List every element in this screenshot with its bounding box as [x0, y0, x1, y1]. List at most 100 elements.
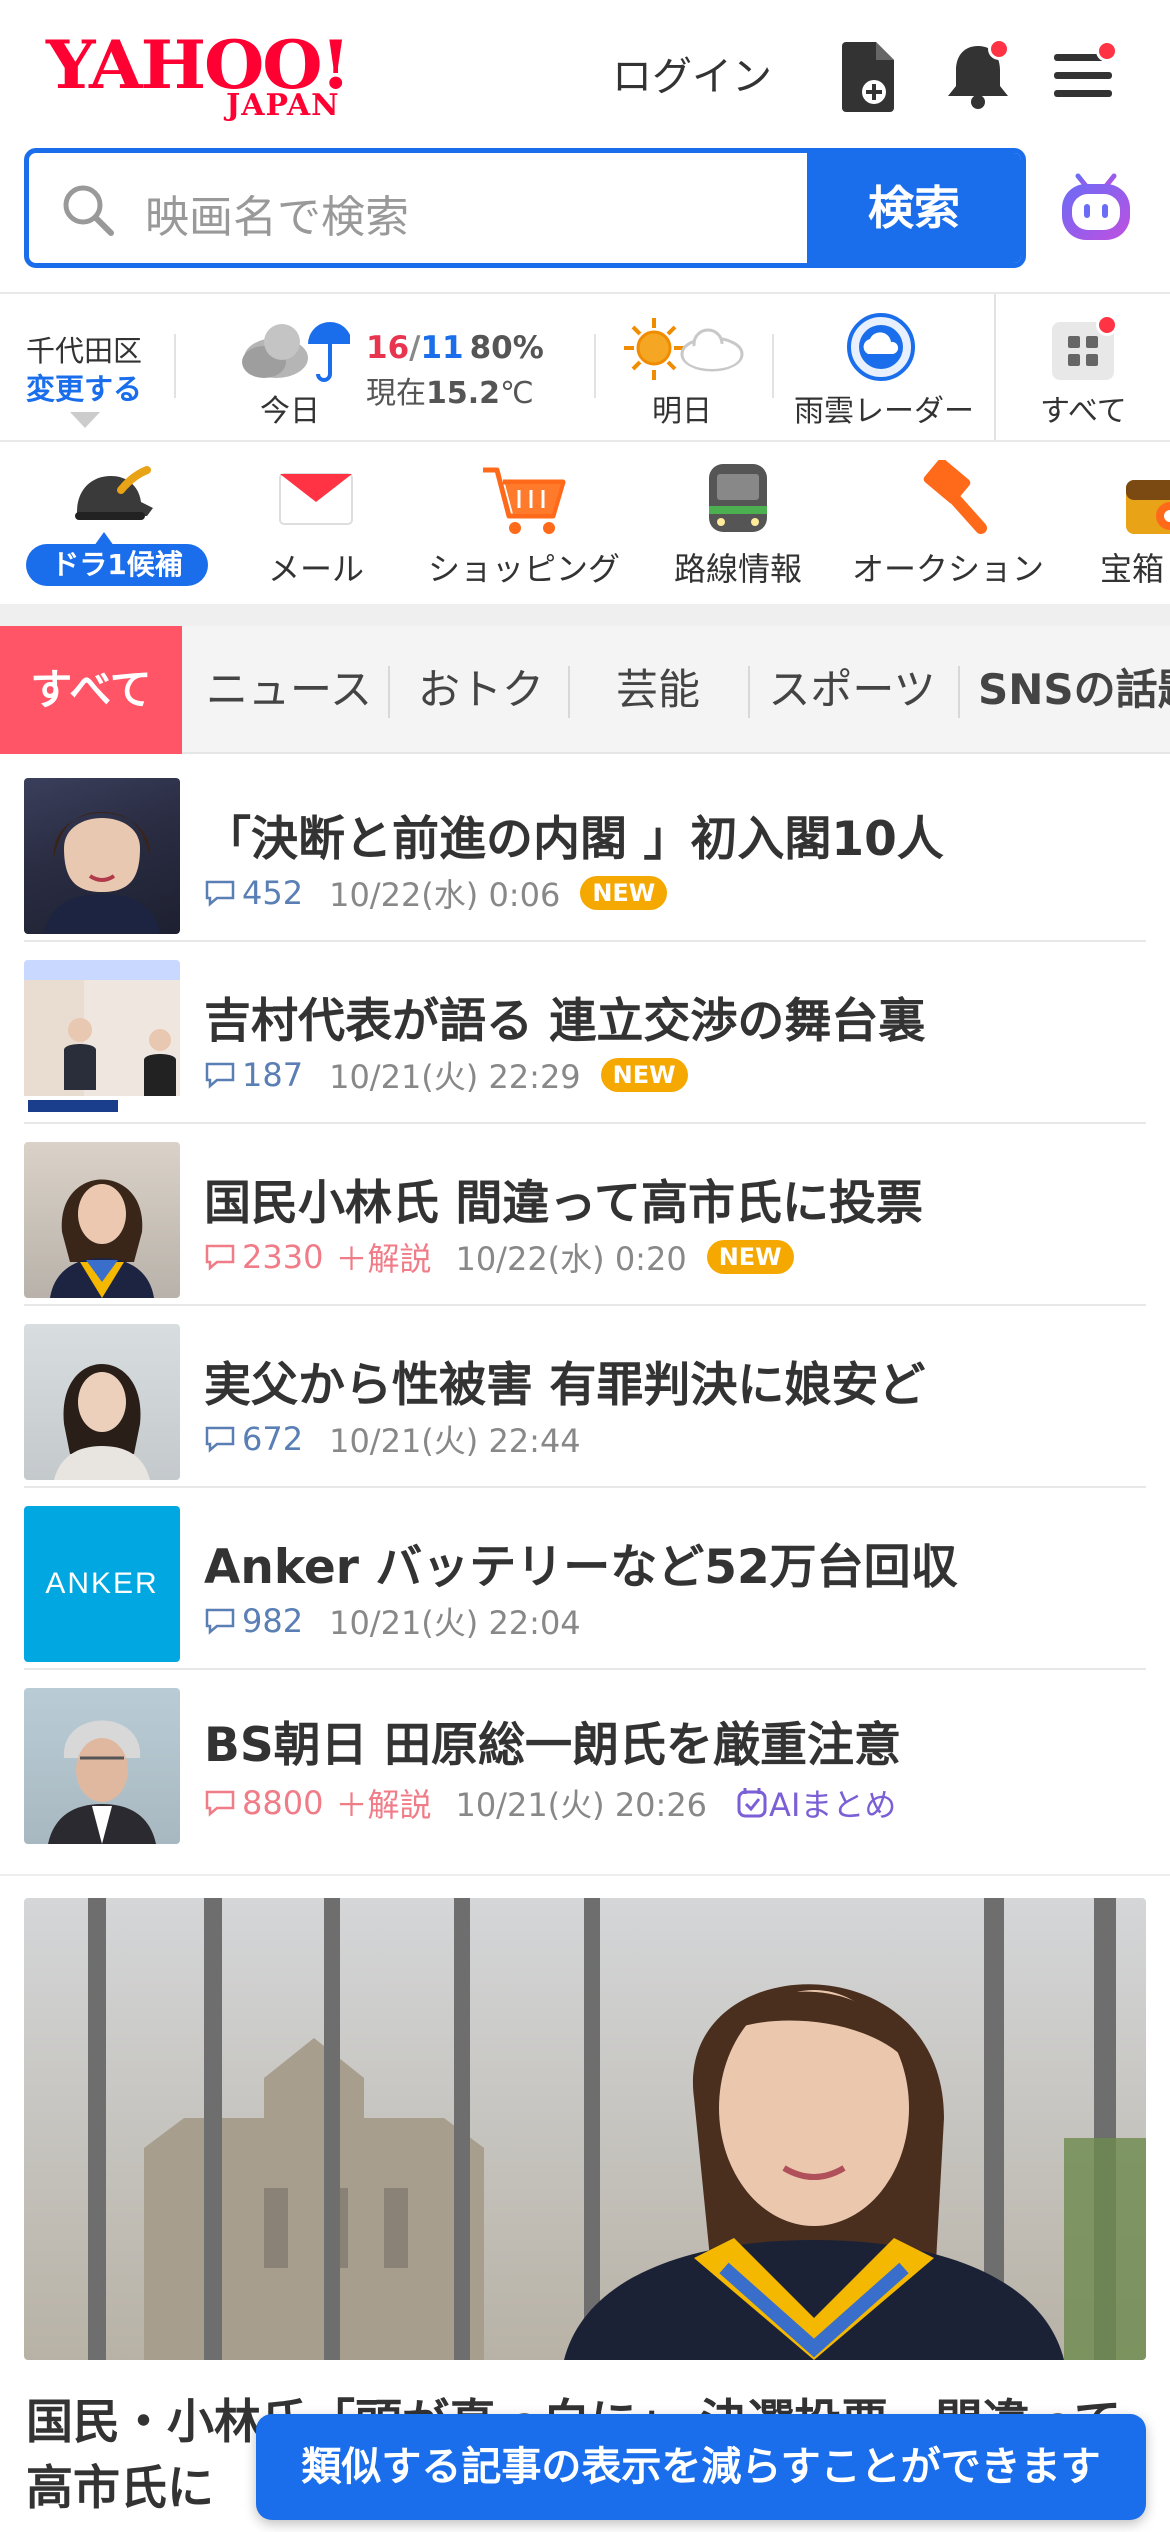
- ai-assistant-icon[interactable]: [1056, 166, 1136, 246]
- news-date: 10/21(火) 22:44: [329, 1422, 581, 1460]
- rain-radar-icon: [846, 312, 916, 382]
- service-transit[interactable]: 路線情報: [638, 444, 838, 604]
- news-meta: 982 10/21(火) 22:04: [204, 1598, 581, 1644]
- comment-count: 187: [242, 1056, 304, 1094]
- comment-count: 982: [242, 1602, 304, 1640]
- news-title: 実父から性被害 有罪判決に娘安ど: [204, 1358, 926, 1413]
- category-tabs: すべて ニュース おトク 芸能 スポーツ SNSの話題: [0, 626, 1170, 754]
- news-item[interactable]: 「決断と前進の内閣 」初入閣10人 452 10/22(水) 0:06 NEW: [24, 760, 1146, 942]
- service-auction[interactable]: オークション: [848, 444, 1048, 604]
- commentary-label: ＋解説: [335, 1240, 432, 1278]
- news-meta: 2330 ＋解説 10/22(水) 0:20 NEW: [204, 1234, 794, 1280]
- caret-down-icon: [70, 412, 100, 428]
- weather-bar: 千代田区 変更する 今日 16/11 80% 現在15.2℃ 明日 雨雲レーダー …: [0, 292, 1170, 442]
- service-mail[interactable]: メール: [216, 444, 416, 604]
- news-item[interactable]: BS朝日 田原総一朗氏を厳重注意 8800 ＋解説 10/21(火) 20:26…: [24, 1670, 1146, 1852]
- draft-badge: ドラ1候補: [26, 544, 208, 586]
- news-meta: 187 10/21(火) 22:29 NEW: [204, 1052, 688, 1098]
- new-badge: NEW: [600, 1058, 688, 1092]
- news-date: 10/21(火) 20:26: [455, 1786, 708, 1824]
- add-document-icon[interactable]: [830, 36, 910, 116]
- news-thumbnail: [24, 778, 180, 934]
- comment-count: 8800: [242, 1784, 324, 1822]
- comment-icon: [205, 1790, 235, 1817]
- grid-apps-icon: [1048, 314, 1118, 384]
- low-temp: 11: [420, 330, 464, 366]
- tomorrow-label: 明日: [652, 394, 712, 429]
- comment-icon: [205, 1062, 235, 1089]
- all-services-link[interactable]: すべて: [1040, 386, 1127, 430]
- tab-entertainment[interactable]: 芸能: [570, 626, 746, 754]
- login-link[interactable]: ログイン: [612, 44, 772, 102]
- news-date: 10/21(火) 22:04: [329, 1604, 581, 1642]
- search-input[interactable]: 映画名で検索: [145, 181, 409, 245]
- comment-count: 2330: [242, 1238, 324, 1276]
- commentary-label: ＋解説: [335, 1786, 432, 1824]
- auction-hammer-icon: [923, 460, 987, 534]
- news-title: BS朝日 田原総一朗氏を厳重注意: [204, 1718, 902, 1773]
- news-item[interactable]: 国民小林氏 間違って高市氏に投票 2330 ＋解説 10/22(水) 0:20 …: [24, 1124, 1146, 1306]
- change-location-link[interactable]: 変更する: [26, 366, 142, 408]
- news-date: 10/22(水) 0:20: [455, 1240, 687, 1278]
- news-meta: 8800 ＋解説 10/21(火) 20:26 AIまとめ: [204, 1780, 896, 1826]
- tab-deals[interactable]: おトク: [394, 626, 568, 754]
- tab-news[interactable]: ニュース: [196, 626, 382, 754]
- news-meta: 672 10/21(火) 22:44: [204, 1416, 581, 1462]
- news-item[interactable]: 実父から性被害 有罪判決に娘安ど 672 10/21(火) 22:44: [24, 1306, 1146, 1488]
- hide-similar-toast[interactable]: 類似する記事の表示を減らすことができます: [256, 2414, 1146, 2520]
- search-bar: 映画名で検索 検索: [24, 148, 1026, 268]
- news-title: 「決断と前進の内閣 」初入閣10人: [204, 812, 944, 867]
- weather-location: 千代田区: [26, 334, 143, 368]
- new-badge: NEW: [580, 876, 668, 910]
- mail-icon: [279, 473, 353, 525]
- news-title: Anker バッテリーなど52万台回収: [204, 1540, 958, 1595]
- cloud-rain-icon: [236, 314, 352, 384]
- ai-check-icon: [737, 1788, 767, 1818]
- news-thumbnail: [24, 960, 180, 1116]
- high-temp: 16: [366, 330, 410, 366]
- tab-sns[interactable]: SNSの話題: [978, 626, 1170, 754]
- rain-radar-link[interactable]: 雨雲レーダー: [794, 386, 974, 430]
- anker-logo-thumbnail: ANKER: [24, 1506, 180, 1662]
- feature-article-image[interactable]: [24, 1898, 1146, 2360]
- news-title: 吉村代表が語る 連立交渉の舞台裏: [204, 994, 926, 1049]
- news-item[interactable]: 吉村代表が語る 連立交渉の舞台裏 187 10/21(火) 22:29 NEW: [24, 942, 1146, 1124]
- comment-icon: [205, 1426, 235, 1453]
- rain-chance: 80%: [469, 330, 544, 366]
- comment-count: 672: [242, 1420, 304, 1458]
- section-gap: [0, 604, 1170, 626]
- header: YAHOO! JAPAN ログイン 映画名で検索 検索: [0, 0, 1170, 292]
- news-thumbnail: [24, 1324, 180, 1480]
- service-shopping[interactable]: ショッピング: [424, 444, 624, 604]
- today-temps: 16/11 80%: [366, 330, 544, 366]
- shopping-cart-icon: [483, 467, 566, 534]
- comment-count: 452: [242, 874, 304, 912]
- news-title: 国民小林氏 間違って高市氏に投票: [204, 1176, 924, 1231]
- tab-all[interactable]: すべて: [0, 626, 182, 754]
- news-thumbnail: [24, 1142, 180, 1298]
- comment-icon: [205, 1244, 235, 1271]
- new-badge: NEW: [706, 1240, 794, 1274]
- today-label: 今日: [260, 394, 320, 429]
- service-treasure[interactable]: 宝箱: [1080, 444, 1170, 604]
- search-button[interactable]: 検索: [807, 153, 1021, 263]
- treasure-chest-icon: [1126, 480, 1170, 534]
- tab-sports[interactable]: スポーツ: [752, 626, 952, 754]
- service-draft[interactable]: ドラ1候補: [10, 444, 210, 604]
- news-thumbnail: [24, 1688, 180, 1844]
- section-divider: [0, 1874, 1170, 1894]
- comment-icon: [205, 880, 235, 907]
- baseball-helmet-icon: [75, 466, 153, 520]
- news-date: 10/22(水) 0:06: [329, 876, 561, 914]
- yahoo-japan-logo[interactable]: YAHOO! JAPAN: [46, 30, 366, 123]
- ai-summary-label: AIまとめ: [735, 1780, 896, 1826]
- current-temp: 現在15.2℃: [366, 376, 534, 411]
- news-date: 10/21(火) 22:29: [329, 1058, 581, 1096]
- news-item[interactable]: ANKER Anker バッテリーなど52万台回収 982 10/21(火) 2…: [24, 1488, 1146, 1670]
- search-icon: [63, 185, 114, 236]
- menu-icon[interactable]: [1044, 36, 1124, 116]
- bell-icon[interactable]: [938, 36, 1018, 116]
- comment-icon: [205, 1608, 235, 1635]
- service-shortcuts: ドラ1候補 メール ショッピング 路線情報 オークション 宝箱: [0, 444, 1170, 604]
- sun-cloud-icon: [622, 316, 746, 382]
